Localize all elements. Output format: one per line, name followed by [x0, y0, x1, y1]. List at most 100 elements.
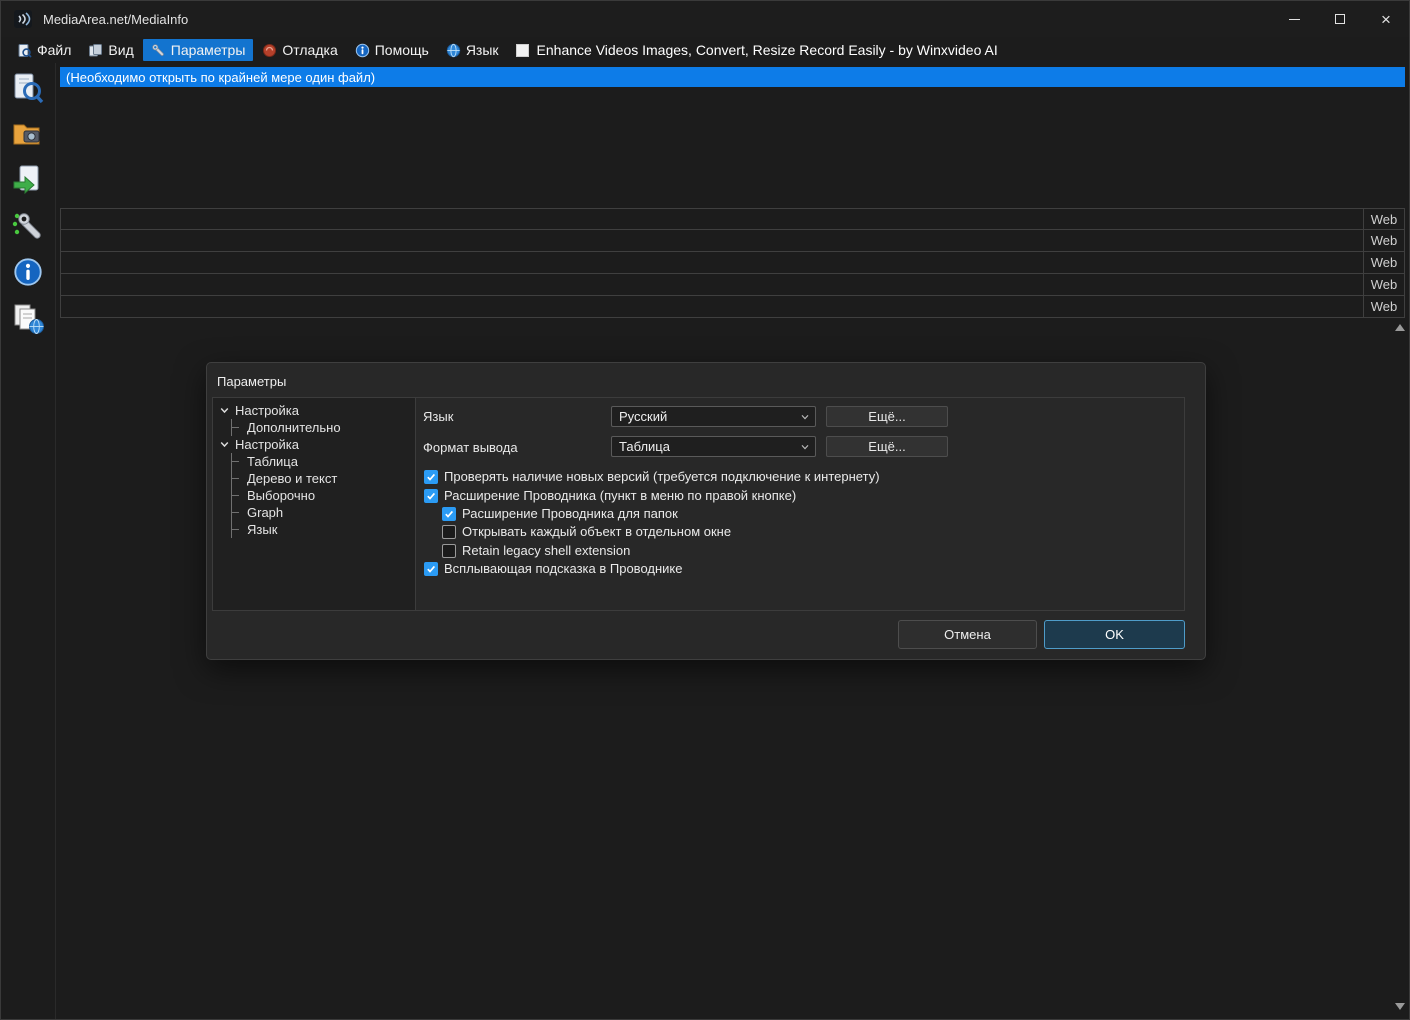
menu-label: Файл	[37, 42, 71, 58]
options-button[interactable]	[9, 207, 47, 244]
dialog-title: Параметры	[217, 374, 286, 389]
menu-debug[interactable]: Отладка	[254, 39, 345, 61]
tree-connector	[231, 470, 241, 487]
folder-extension-row: Расширение Проводника для папок	[442, 506, 678, 521]
tooltip-checkbox[interactable]	[424, 562, 438, 576]
window-title: MediaArea.net/MediaInfo	[43, 12, 188, 27]
web-link-cell[interactable]: Web	[1363, 252, 1404, 273]
scroll-up-icon[interactable]	[1395, 324, 1405, 331]
tree-item-label: Таблица	[247, 454, 298, 469]
vertical-scrollbar[interactable]	[1393, 321, 1407, 1013]
language-select[interactable]: Русский	[611, 406, 816, 427]
ok-button[interactable]: OK	[1044, 620, 1185, 649]
maximize-button[interactable]	[1317, 1, 1363, 37]
check-updates-row: Проверять наличие новых версий (требуетс…	[424, 469, 880, 484]
tree-item-tree-text[interactable]: Дерево и текст	[213, 470, 415, 487]
check-icon	[444, 509, 454, 519]
output-format-select[interactable]: Таблица	[611, 436, 816, 457]
close-button[interactable]: ×	[1363, 1, 1409, 37]
tree-item-advanced[interactable]: Дополнительно	[213, 419, 415, 436]
capture-button[interactable]	[9, 115, 47, 152]
options-panel: Язык Русский Ещё... Формат вывода Таблиц…	[415, 397, 1185, 611]
web-link-cell[interactable]: Web	[1363, 230, 1404, 251]
row-spacer	[61, 209, 1363, 229]
folder-extension-checkbox[interactable]	[442, 507, 456, 521]
check-icon	[426, 491, 436, 501]
tree-item-label: Выборочно	[247, 488, 315, 503]
file-list-row: Web	[60, 230, 1405, 252]
web-link-cell[interactable]: Web	[1363, 296, 1404, 317]
tree-item-label: Дополнительно	[247, 420, 341, 435]
export-icon	[11, 163, 45, 197]
maximize-icon	[1335, 14, 1345, 24]
menu-label: Язык	[466, 42, 499, 58]
chevron-down-icon	[800, 442, 810, 452]
checkbox-label: Расширение Проводника (пункт в меню по п…	[444, 488, 796, 503]
menu-bar: Файл Вид Параметры Отладка	[1, 37, 1409, 63]
promo-text: Enhance Videos Images, Convert, Resize R…	[537, 42, 998, 58]
legacy-shell-row: Retain legacy shell extension	[442, 543, 630, 558]
tree-item-language[interactable]: Язык	[213, 521, 415, 538]
web-link-cell[interactable]: Web	[1363, 209, 1404, 229]
tree-item-label: Настройка	[235, 437, 299, 452]
row-spacer	[61, 230, 1363, 251]
tree-connector	[231, 521, 241, 538]
legacy-shell-checkbox[interactable]	[442, 544, 456, 558]
menu-label: Вид	[108, 42, 133, 58]
chevron-down-icon	[800, 412, 810, 422]
tree-item-table[interactable]: Таблица	[213, 453, 415, 470]
menu-options[interactable]: Параметры	[143, 39, 254, 61]
checkbox-label: Проверять наличие новых версий (требуетс…	[444, 469, 880, 484]
export-button[interactable]	[9, 161, 47, 198]
language-more-button[interactable]: Ещё...	[826, 406, 948, 427]
output-format-more-button[interactable]: Ещё...	[826, 436, 948, 457]
tree-item-graph[interactable]: Graph	[213, 504, 415, 521]
shell-extension-row: Расширение Проводника (пункт в меню по п…	[424, 488, 796, 503]
tree-connector	[231, 487, 241, 504]
check-updates-checkbox[interactable]	[424, 470, 438, 484]
file-list-row: Web	[60, 274, 1405, 296]
mediainfo-window: MediaArea.net/MediaInfo × Файл Вид	[0, 0, 1410, 1020]
check-icon	[426, 564, 436, 574]
file-list: Web Web Web Web Web	[60, 208, 1405, 318]
about-button[interactable]	[9, 253, 47, 290]
close-icon: ×	[1381, 11, 1391, 28]
file-menu-icon	[17, 43, 32, 58]
shell-extension-checkbox[interactable]	[424, 489, 438, 503]
minimize-button[interactable]	[1271, 1, 1317, 37]
scroll-down-icon[interactable]	[1395, 1003, 1405, 1010]
menu-view[interactable]: Вид	[80, 39, 141, 61]
menu-help[interactable]: Помощь	[347, 39, 437, 61]
web-link-cell[interactable]: Web	[1363, 274, 1404, 295]
menu-file[interactable]: Файл	[9, 39, 79, 61]
separate-window-row: Открывать каждый объект в отдельном окне	[442, 524, 731, 539]
row-spacer	[61, 296, 1363, 317]
output-format-select-value: Таблица	[619, 439, 670, 454]
menu-language[interactable]: Язык	[438, 39, 507, 61]
menu-label: Параметры	[171, 42, 246, 58]
globe-icon	[446, 43, 461, 58]
checkbox-label: Всплывающая подсказка в Проводнике	[444, 561, 682, 576]
output-format-field-label: Формат вывода	[423, 440, 518, 455]
chevron-down-icon	[219, 405, 230, 416]
tree-connector	[231, 419, 241, 436]
tree-item-setup-1[interactable]: Настройка	[213, 402, 415, 419]
cancel-button[interactable]: Отмена	[898, 620, 1037, 649]
tooltip-row: Всплывающая подсказка в Проводнике	[424, 561, 682, 576]
open-file-icon	[11, 71, 45, 105]
copy-report-button[interactable]	[9, 299, 47, 336]
info-menu-icon	[355, 43, 370, 58]
wrench-tool-icon	[11, 209, 45, 243]
separate-window-checkbox[interactable]	[442, 525, 456, 539]
promo-banner[interactable]: Enhance Videos Images, Convert, Resize R…	[516, 42, 998, 58]
folder-camera-icon	[11, 117, 45, 151]
row-spacer	[61, 274, 1363, 295]
file-list-row: Web	[60, 252, 1405, 274]
tree-item-setup-2[interactable]: Настройка	[213, 436, 415, 453]
language-select-value: Русский	[619, 409, 667, 424]
open-file-button[interactable]	[9, 69, 47, 106]
info-circle-icon	[12, 256, 44, 288]
tree-item-custom[interactable]: Выборочно	[213, 487, 415, 504]
options-dialog: Параметры Настройка Дополнительно Настро…	[206, 362, 1206, 660]
check-icon	[426, 472, 436, 482]
